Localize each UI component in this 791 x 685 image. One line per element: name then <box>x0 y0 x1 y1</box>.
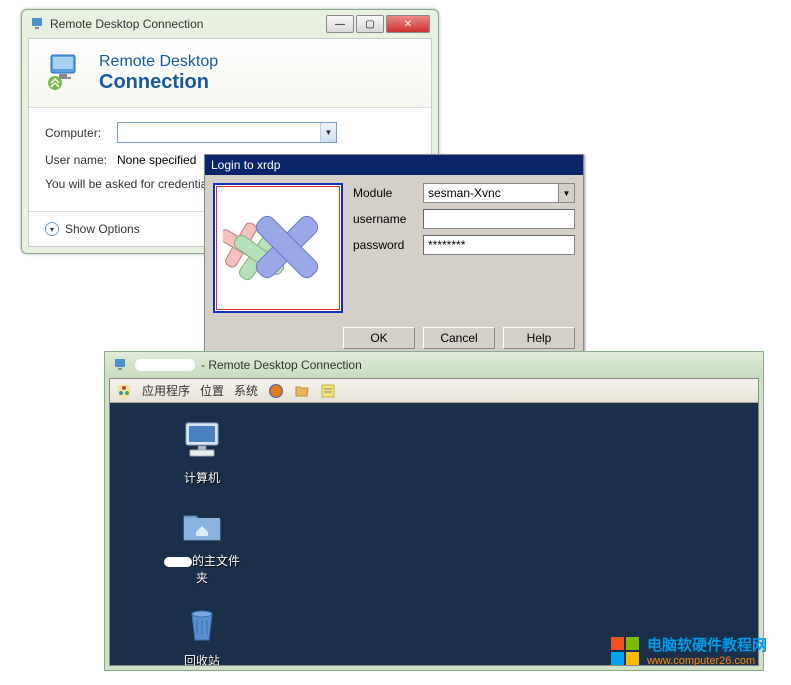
ok-button[interactable]: OK <box>343 327 415 349</box>
home-folder-icon <box>178 500 226 548</box>
menu-applications[interactable]: 应用程序 <box>142 382 190 399</box>
windows-logo-icon <box>609 635 641 667</box>
password-label: password <box>353 238 423 252</box>
distro-icon <box>116 383 132 399</box>
desktop-icon-computer[interactable]: 计算机 <box>162 417 242 486</box>
username-label: username <box>353 212 423 226</box>
header-line1: Remote Desktop <box>99 53 218 71</box>
remote-desktop-viewport[interactable]: 应用程序 位置 系统 计算机 <box>109 378 759 666</box>
close-button[interactable]: ✕ <box>386 15 430 33</box>
titlebar[interactable]: - Remote Desktop Connection <box>105 352 763 378</box>
cancel-button[interactable]: Cancel <box>423 327 495 349</box>
watermark-title: 电脑软硬件教程网 <box>647 634 767 655</box>
username-input[interactable] <box>423 209 575 229</box>
username-value: None specified <box>117 153 196 167</box>
computer-combobox[interactable]: ▼ <box>117 122 337 143</box>
header-banner: Remote Desktop Connection <box>29 39 431 108</box>
module-label: Module <box>353 186 423 200</box>
rdp-icon <box>113 357 129 373</box>
computer-icon <box>178 417 226 465</box>
chevron-down-icon[interactable]: ▼ <box>558 184 574 202</box>
menu-system[interactable]: 系统 <box>234 382 258 399</box>
window-title: Remote Desktop Connection <box>46 17 326 31</box>
gnome-panel: 应用程序 位置 系统 <box>110 379 758 403</box>
xrdp-login-window: Login to xrdp <box>204 154 584 360</box>
username-label: User name: <box>45 153 117 167</box>
rdp-session-window: - Remote Desktop Connection 应用程序 位置 系统 计… <box>104 351 764 671</box>
header-line2: Connection <box>99 71 218 94</box>
window-title-suffix: - Remote Desktop Connection <box>201 358 362 372</box>
chevron-down-icon: ▾ <box>45 222 59 236</box>
xrdp-logo <box>213 183 343 313</box>
desktop-icon-home[interactable]: 的主文件夹 <box>162 500 242 586</box>
watermark-url: www.computer26.com <box>647 655 767 667</box>
firefox-icon[interactable] <box>268 383 284 399</box>
module-select[interactable]: sesman-Xvnc ▼ <box>423 183 575 203</box>
help-button[interactable]: Help <box>503 327 575 349</box>
show-options-toggle[interactable]: ▾ Show Options <box>45 222 140 236</box>
rdp-logo-icon <box>45 51 89 95</box>
rdp-icon <box>30 16 46 32</box>
menu-places[interactable]: 位置 <box>200 382 224 399</box>
note-icon[interactable] <box>320 383 336 399</box>
minimize-button[interactable]: — <box>326 15 354 33</box>
computer-label: Computer: <box>45 126 117 140</box>
desktop-icon-trash[interactable]: 回收站 <box>162 600 242 666</box>
password-input[interactable]: ******** <box>423 235 575 255</box>
titlebar[interactable]: Login to xrdp <box>205 155 583 175</box>
maximize-button[interactable]: ▢ <box>356 15 384 33</box>
chevron-down-icon[interactable]: ▼ <box>320 123 336 142</box>
redacted-hostname <box>135 359 195 371</box>
titlebar[interactable]: Remote Desktop Connection — ▢ ✕ <box>22 10 438 38</box>
watermark: 电脑软硬件教程网 www.computer26.com <box>609 634 767 667</box>
folder-icon[interactable] <box>294 383 310 399</box>
trash-icon <box>178 600 226 648</box>
